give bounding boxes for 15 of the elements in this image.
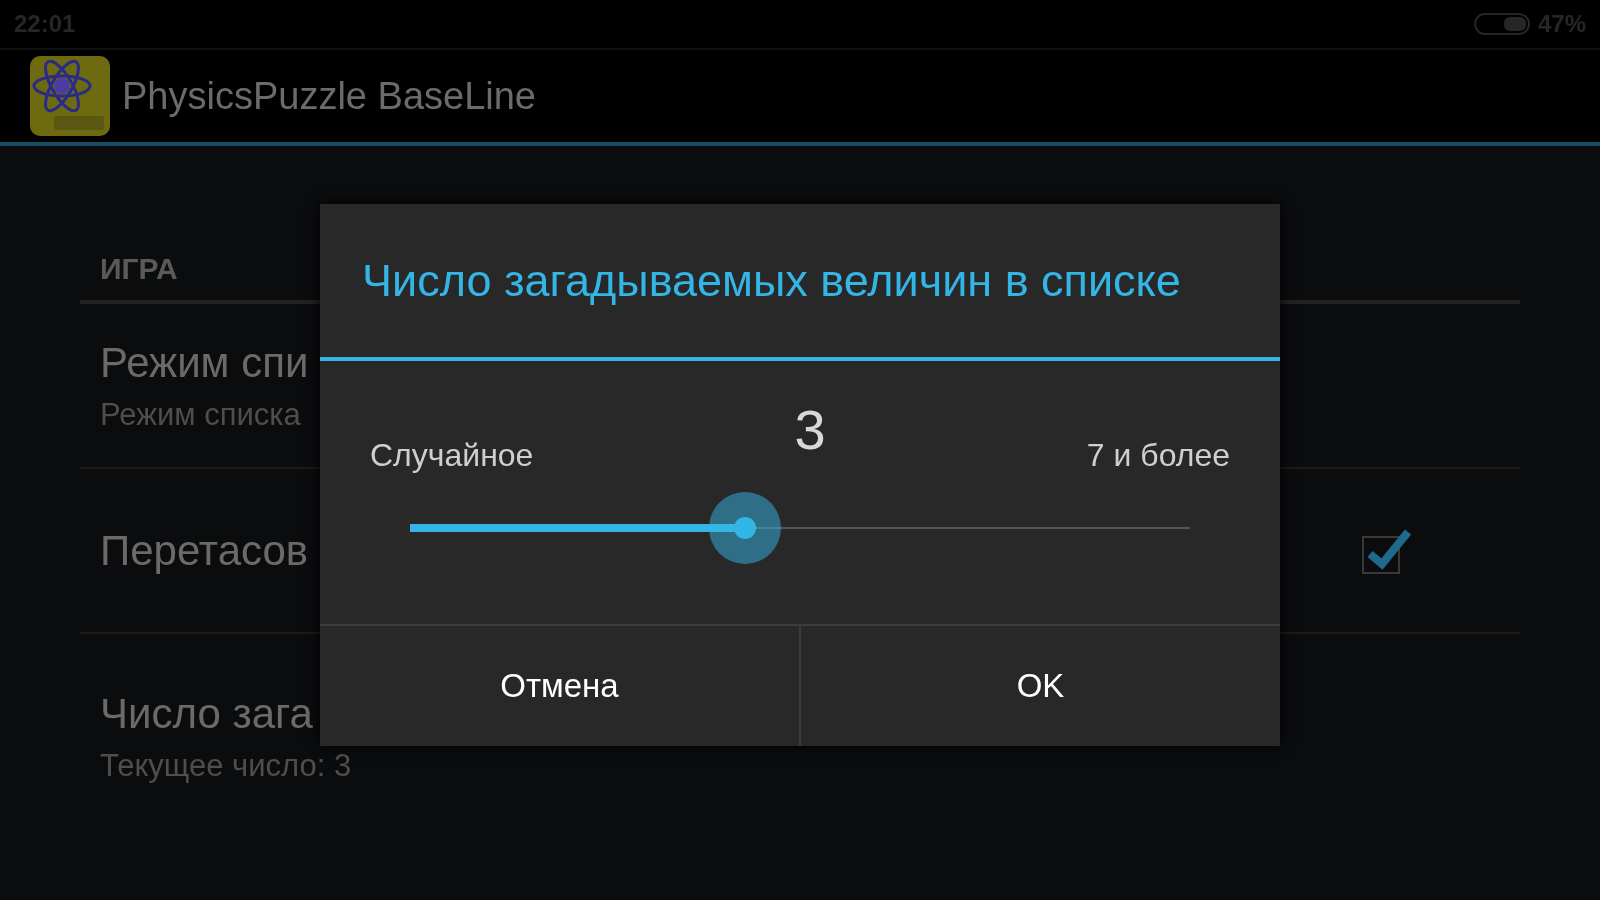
preference-summary: Режим списка xyxy=(100,396,302,433)
preference-summary: Текущее число: 3 xyxy=(100,747,352,784)
battery-icon xyxy=(1473,13,1530,35)
ok-button[interactable]: OK xyxy=(799,626,1280,746)
preference-title: Перетасов xyxy=(100,526,309,575)
dialog-title: Число загадываемых величин в списке xyxy=(320,204,1280,361)
preference-title: Число зага xyxy=(100,689,314,738)
checkbox[interactable] xyxy=(1362,527,1412,574)
cancel-button[interactable]: Отмена xyxy=(320,626,799,746)
preference-title: Режим спи xyxy=(100,338,309,387)
max-label: 7 и более xyxy=(1086,437,1230,474)
min-label: Случайное xyxy=(370,437,534,474)
app-icon xyxy=(30,56,110,136)
app-title: PhysicsPuzzle BaseLine xyxy=(122,74,536,118)
slider-value: 3 xyxy=(794,397,826,462)
